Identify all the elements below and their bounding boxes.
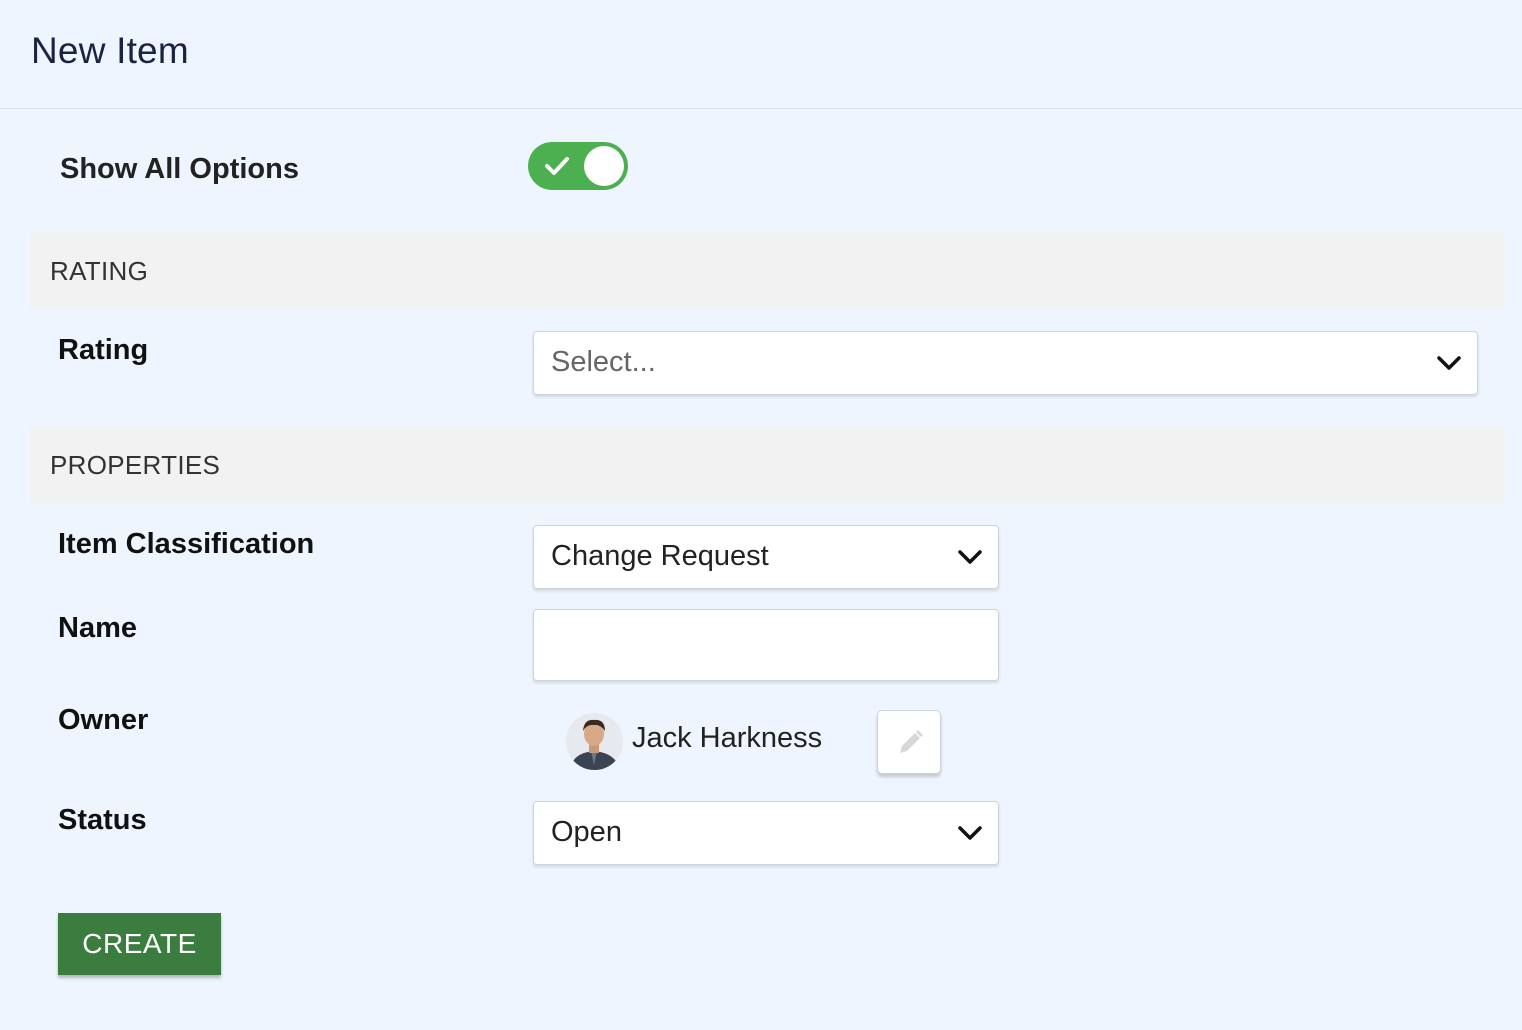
pencil-icon (900, 730, 923, 753)
status-label: Status (58, 804, 147, 836)
rating-select[interactable]: Select... (533, 331, 1478, 395)
avatar (566, 713, 623, 770)
status-select[interactable]: Open (533, 801, 999, 865)
status-value: Open (551, 816, 622, 848)
show-all-options-label: Show All Options (60, 153, 299, 185)
section-properties-title: PROPERTIES (50, 450, 221, 480)
check-icon (545, 157, 569, 175)
owner-name: Jack Harkness (632, 722, 823, 754)
chevron-down-icon (958, 550, 982, 564)
owner-label: Owner (58, 704, 149, 736)
name-input[interactable] (533, 609, 999, 681)
section-rating-title: RATING (50, 256, 149, 286)
item-classification-value: Change Request (551, 540, 769, 572)
edit-owner-button[interactable] (877, 710, 941, 774)
toggle-knob (584, 146, 624, 186)
item-classification-select[interactable]: Change Request (533, 525, 999, 589)
page-header: New Item (0, 0, 1522, 109)
item-classification-label: Item Classification (58, 528, 315, 560)
rating-label: Rating (58, 334, 149, 366)
create-button[interactable]: CREATE (58, 913, 221, 975)
chevron-down-icon (1437, 356, 1461, 370)
page-title: New Item (31, 30, 189, 71)
section-rating-header: RATING (30, 232, 1505, 310)
rating-select-placeholder: Select... (551, 346, 656, 378)
show-all-options-toggle[interactable] (528, 142, 628, 190)
name-label: Name (58, 612, 137, 644)
section-properties-header: PROPERTIES (30, 426, 1505, 504)
chevron-down-icon (958, 826, 982, 840)
